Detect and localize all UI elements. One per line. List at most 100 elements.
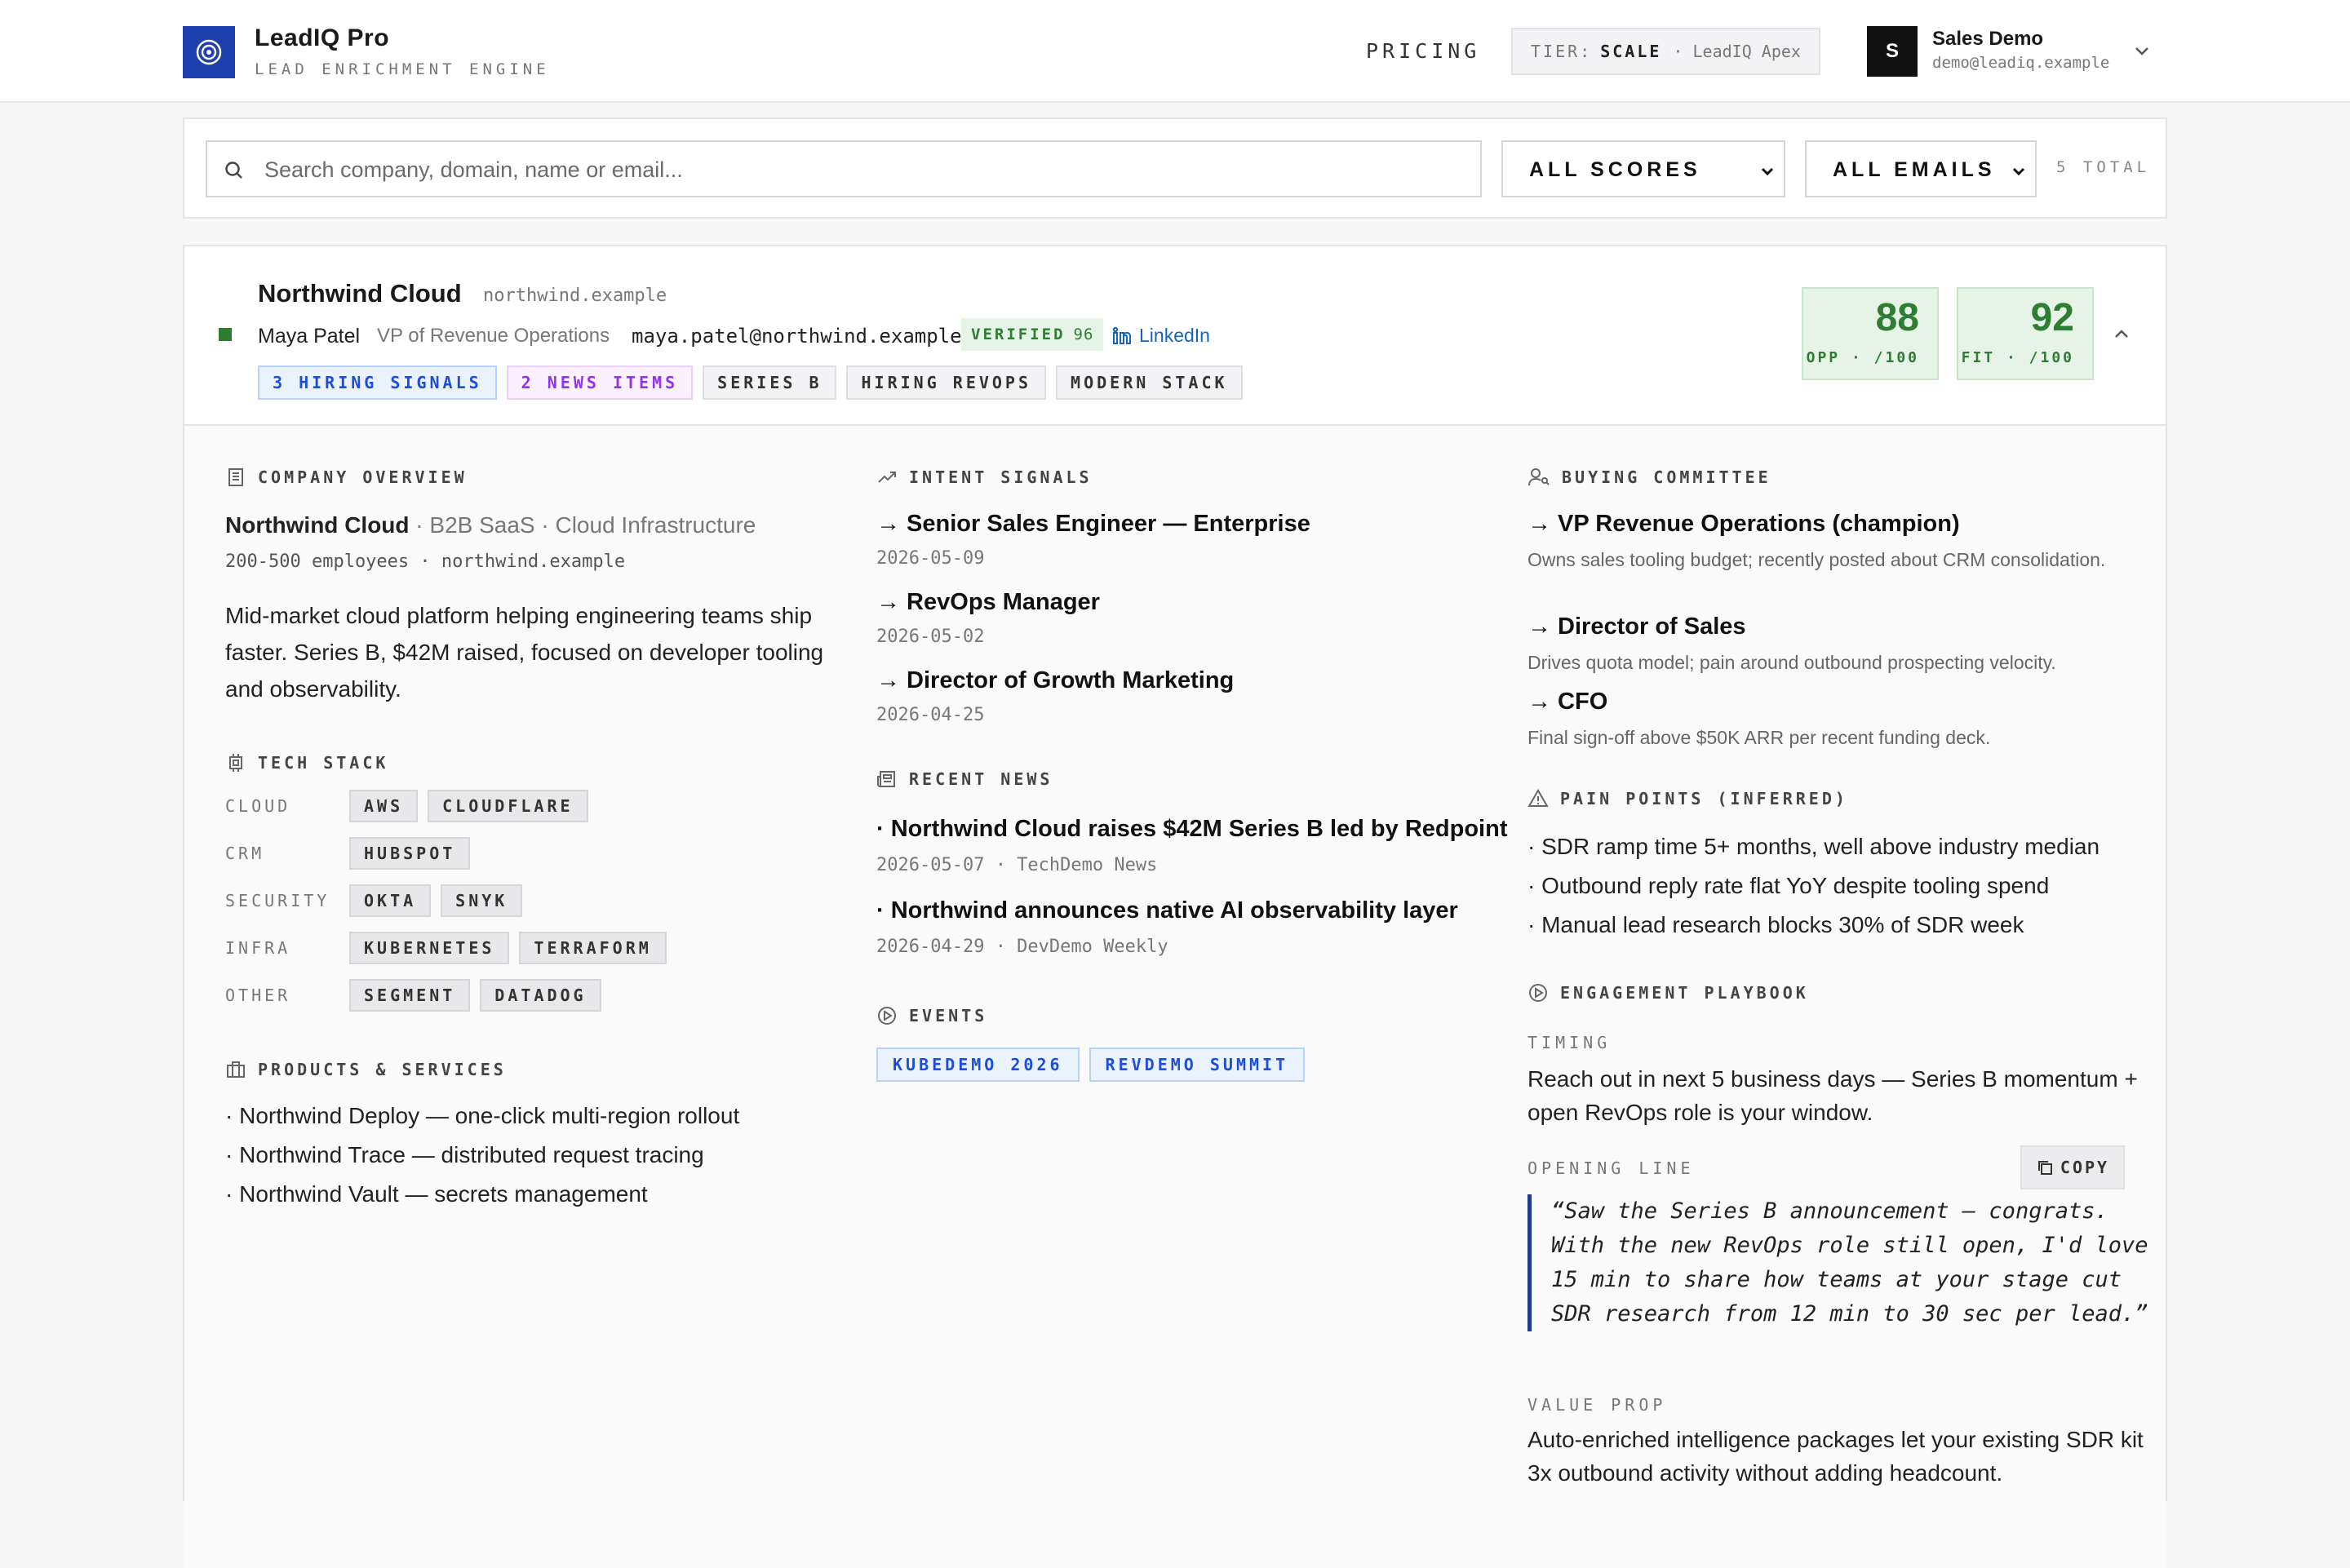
tech-chip: SNYK bbox=[441, 884, 523, 917]
top-bar: LeadIQ Pro LEAD ENRICHMENT ENGINE PRICIN… bbox=[0, 0, 2350, 103]
products-heading: PRODUCTS & SERVICES bbox=[225, 1059, 507, 1080]
product-item: · Northwind Trace — distributed request … bbox=[225, 1142, 704, 1167]
opening-line-quote: “Saw the Series B announcement — congrat… bbox=[1528, 1194, 2155, 1331]
committee-member-desc: Final sign-off above $50K ARR per recent… bbox=[1528, 727, 1991, 748]
filter-bar: Search company, domain, name or email...… bbox=[183, 117, 2167, 219]
company-overview-title: COMPANY OVERVIEW bbox=[258, 467, 468, 487]
fit-score-value: 92 bbox=[2030, 296, 2074, 339]
intent-item-date: 2026-04-25 bbox=[876, 705, 985, 725]
verified-label: VERIFIED bbox=[971, 326, 1066, 343]
email-filter-select[interactable]: ALL EMAILS bbox=[1805, 140, 2037, 197]
intent-item-date: 2026-05-02 bbox=[876, 627, 985, 647]
tech-row-crm: CRM HUBSPOT bbox=[225, 837, 480, 870]
tech-chip: SEGMENT bbox=[349, 979, 471, 1012]
events-heading: EVENTS bbox=[876, 1005, 987, 1026]
chevron-down-icon bbox=[2012, 167, 2025, 176]
committee-member-desc: Owns sales tooling budget; recently post… bbox=[1528, 549, 2106, 570]
news-item-meta: 2026-04-29 · DevDemo Weekly bbox=[876, 937, 1168, 957]
brand-name: LeadIQ Pro bbox=[255, 24, 390, 51]
building-icon bbox=[228, 468, 243, 486]
copy-button[interactable]: COPY bbox=[2020, 1145, 2125, 1189]
contact-role: VP of Revenue Operations bbox=[377, 325, 610, 347]
overview-meta: 200-500 employees · northwind.example bbox=[225, 551, 626, 572]
overview-company-line: Northwind Cloud · B2B SaaS · Cloud Infra… bbox=[225, 512, 756, 538]
committee-member-title: → Director of Sales bbox=[1528, 613, 1746, 640]
tech-stack-title: TECH STACK bbox=[258, 753, 389, 773]
intent-item-title[interactable]: → RevOps Manager bbox=[876, 589, 1100, 616]
contact-name: Maya Patel bbox=[258, 325, 361, 348]
tag-modern-stack: MODERN STACK bbox=[1056, 365, 1243, 400]
company-overview-heading: COMPANY OVERVIEW bbox=[225, 467, 468, 488]
newspaper-icon bbox=[877, 771, 895, 787]
score-filter-value: ALL SCORES bbox=[1529, 158, 1701, 181]
committee-member-title: → VP Revenue Operations (champion) bbox=[1528, 511, 1960, 537]
verified-score: 96 bbox=[1073, 326, 1094, 343]
score-filter-select[interactable]: ALL SCORES bbox=[1501, 140, 1785, 197]
tech-chip: TERRAFORM bbox=[519, 932, 667, 964]
user-name[interactable]: Sales Demo bbox=[1932, 28, 2043, 51]
avatar[interactable]: S bbox=[1867, 26, 1918, 77]
tag-hiring-signals[interactable]: 3 HIRING SIGNALS bbox=[258, 365, 497, 400]
committee-member-desc: Drives quota model; pain around outbound… bbox=[1528, 652, 2056, 673]
intent-item-title[interactable]: → Senior Sales Engineer — Enterprise bbox=[876, 511, 1310, 538]
tech-chip: CLOUDFLARE bbox=[428, 790, 588, 822]
buying-committee-title: BUYING COMMITTEE bbox=[1562, 467, 1771, 487]
linkedin-link[interactable]: LinkedIn bbox=[1111, 325, 1210, 347]
play-circle-icon bbox=[878, 1007, 896, 1025]
chevron-up-icon[interactable] bbox=[2112, 325, 2131, 344]
briefcase-icon bbox=[227, 1061, 245, 1078]
news-item-meta: 2026-05-07 · TechDemo News bbox=[876, 855, 1158, 875]
fit-score-badge: 92 FIT · /100 bbox=[1957, 287, 2094, 380]
chip-icon bbox=[229, 754, 242, 772]
tier-label: TIER: bbox=[1531, 42, 1593, 61]
tech-chip: HUBSPOT bbox=[349, 837, 471, 870]
pain-point-item: · Manual lead research blocks 30% of SDR… bbox=[1528, 912, 2024, 937]
copy-label: COPY bbox=[2060, 1158, 2110, 1177]
opp-score-label: OPP · /100 bbox=[1806, 349, 1919, 366]
pricing-link[interactable]: PRICING bbox=[1366, 39, 1480, 63]
company-domain: northwind.example bbox=[483, 286, 667, 306]
contact-email[interactable]: maya.patel@northwind.example bbox=[632, 325, 962, 348]
overview-company: Northwind Cloud bbox=[225, 512, 410, 538]
tag-news-items[interactable]: 2 NEWS ITEMS bbox=[506, 365, 694, 400]
recent-news-title: RECENT NEWS bbox=[909, 769, 1053, 789]
tech-row-other: OTHER SEGMENT DATADOG bbox=[225, 979, 611, 1012]
pain-point-item: · SDR ramp time 5+ months, well above in… bbox=[1528, 834, 2100, 859]
brand-subtitle: LEAD ENRICHMENT ENGINE bbox=[255, 60, 550, 78]
intent-item-title[interactable]: → Director of Growth Marketing bbox=[876, 667, 1234, 694]
tech-chip: AWS bbox=[349, 790, 419, 822]
search-icon bbox=[225, 162, 242, 179]
tech-stack-heading: TECH STACK bbox=[225, 752, 388, 773]
target-icon bbox=[196, 39, 222, 65]
chevron-down-icon[interactable] bbox=[2131, 41, 2153, 62]
lead-details: COMPANY OVERVIEW Northwind Cloud · B2B S… bbox=[184, 424, 2166, 1568]
tech-row-label: SECURITY bbox=[225, 891, 330, 910]
tech-row-label: CRM bbox=[225, 844, 265, 863]
intent-item-date: 2026-05-09 bbox=[876, 548, 985, 569]
news-item-title[interactable]: · Northwind Cloud raises $42M Series B l… bbox=[876, 816, 1507, 843]
logo[interactable] bbox=[183, 26, 235, 78]
lead-tags: 3 HIRING SIGNALS 2 NEWS ITEMS SERIES B H… bbox=[258, 365, 1253, 400]
search-input[interactable]: Search company, domain, name or email... bbox=[206, 140, 1482, 197]
tag-series-b: SERIES B bbox=[703, 365, 837, 400]
engagement-playbook-title: ENGAGEMENT PLAYBOOK bbox=[1560, 983, 1809, 1003]
fit-score-label: FIT · /100 bbox=[1961, 349, 2074, 366]
tech-row-label: OTHER bbox=[225, 986, 291, 1005]
event-chip[interactable]: REVDEMO SUMMIT bbox=[1089, 1048, 1306, 1082]
tier-value: SCALE bbox=[1600, 42, 1662, 61]
company-name[interactable]: Northwind Cloud bbox=[258, 279, 462, 308]
news-item-title[interactable]: · Northwind announces native AI observab… bbox=[876, 897, 1458, 924]
tech-row-label: CLOUD bbox=[225, 796, 291, 816]
tier-badge[interactable]: TIER: SCALE · LeadIQ Apex bbox=[1511, 28, 1820, 75]
overview-description: Mid-market cloud platform helping engine… bbox=[225, 603, 824, 702]
tier-plan: · LeadIQ Apex bbox=[1673, 42, 1801, 61]
users-icon bbox=[1528, 468, 1550, 486]
events-title: EVENTS bbox=[909, 1006, 988, 1025]
trending-up-icon bbox=[878, 472, 896, 483]
tech-row-cloud: CLOUD AWS CLOUDFLARE bbox=[225, 790, 598, 822]
buying-committee-heading: BUYING COMMITTEE bbox=[1528, 467, 1771, 488]
events-list: KUBEDEMO 2026 REVDEMO SUMMIT bbox=[876, 1048, 1315, 1082]
tag-hiring-revops: HIRING REVOPS bbox=[846, 365, 1047, 400]
event-chip[interactable]: KUBEDEMO 2026 bbox=[876, 1048, 1080, 1082]
linkedin-label: LinkedIn bbox=[1139, 325, 1210, 346]
